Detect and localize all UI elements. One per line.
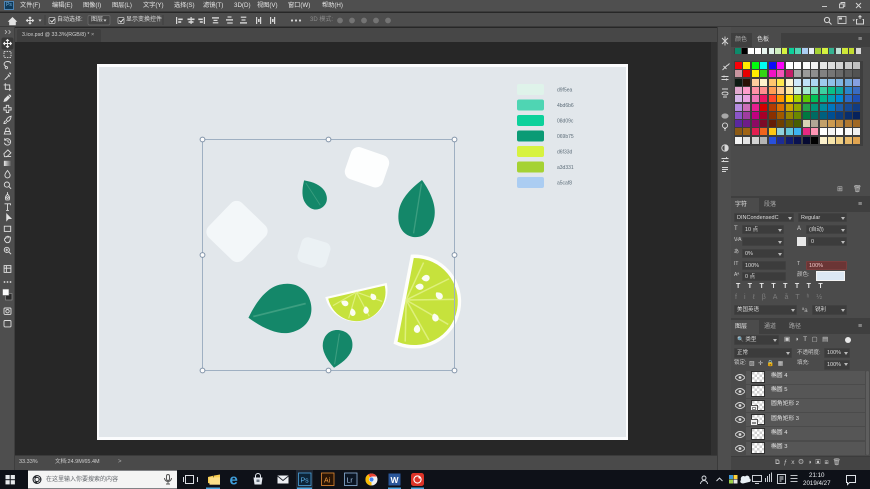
svg-text:a3d331: a3d331 xyxy=(557,165,574,171)
svg-text:08d09c: 08d09c xyxy=(557,119,574,125)
svg-text:d9f5ea: d9f5ea xyxy=(557,88,573,94)
svg-text:W: W xyxy=(391,475,400,485)
svg-text:d6f33d: d6f33d xyxy=(557,150,573,156)
svg-text:Lr: Lr xyxy=(347,478,354,485)
svg-text:Ps: Ps xyxy=(301,478,310,485)
svg-text:e: e xyxy=(230,472,238,489)
svg-text:069b75: 069b75 xyxy=(557,134,574,140)
svg-text:4bd6b6: 4bd6b6 xyxy=(557,103,574,109)
svg-text:a5caf8: a5caf8 xyxy=(557,181,572,187)
svg-text:Ai: Ai xyxy=(324,478,331,485)
